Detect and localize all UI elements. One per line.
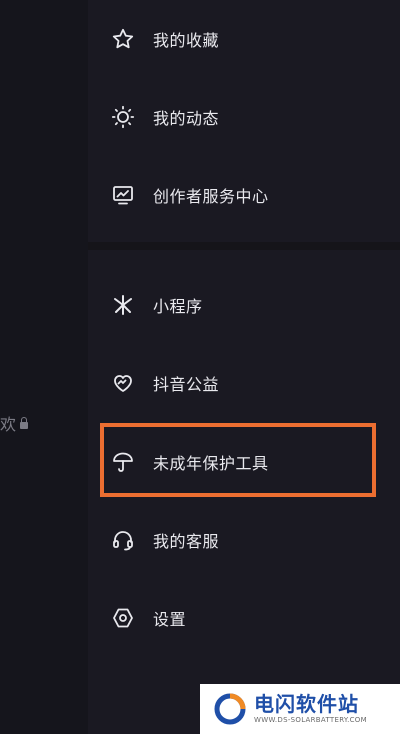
hexagon-gear-icon <box>110 605 136 631</box>
site-watermark: 电闪软件站 WWW.DS-SOLARBATTERY.COM <box>200 684 400 734</box>
menu-item-label: 设置 <box>153 610 187 629</box>
profile-hint: 欢 <box>0 412 29 434</box>
screen: 欢 我的收藏 我的动态 创作者服务中心 小程序 抖音公益 未成年保护工具 我的客… <box>0 0 400 734</box>
section-divider <box>88 242 400 250</box>
sun-icon <box>110 104 136 130</box>
chart-monitor-icon <box>110 182 136 208</box>
menu-item-favorites[interactable]: 我的收藏 <box>88 15 400 63</box>
menu-item-label: 小程序 <box>153 297 203 316</box>
headset-icon <box>110 527 136 553</box>
side-drawer-menu: 我的收藏 我的动态 创作者服务中心 小程序 抖音公益 未成年保护工具 我的客服 … <box>88 0 400 734</box>
lock-icon <box>20 416 29 429</box>
menu-item-label: 未成年保护工具 <box>153 454 269 473</box>
menu-item-label: 抖音公益 <box>153 375 220 394</box>
star-icon <box>110 26 136 52</box>
menu-item-mini-programs[interactable]: 小程序 <box>88 281 400 329</box>
menu-item-customer-service[interactable]: 我的客服 <box>88 516 400 564</box>
menu-item-minor-protection[interactable]: 未成年保护工具 <box>88 438 400 486</box>
heart-hands-icon <box>110 370 136 396</box>
menu-item-activity[interactable]: 我的动态 <box>88 93 400 141</box>
menu-item-label: 我的收藏 <box>153 31 220 50</box>
menu-item-label: 我的动态 <box>153 109 220 128</box>
menu-item-charity[interactable]: 抖音公益 <box>88 359 400 407</box>
site-logo-icon <box>214 693 246 725</box>
profile-page-edge: 欢 <box>0 0 88 734</box>
menu-item-label: 我的客服 <box>153 532 220 551</box>
asterisk-icon <box>110 292 136 318</box>
menu-item-creator-center[interactable]: 创作者服务中心 <box>88 171 400 219</box>
profile-hint-text: 欢 <box>0 415 17 434</box>
watermark-url: WWW.DS-SOLARBATTERY.COM <box>254 716 367 724</box>
watermark-title: 电闪软件站 <box>254 692 359 716</box>
menu-item-settings[interactable]: 设置 <box>88 594 400 642</box>
umbrella-icon <box>110 449 136 475</box>
menu-item-label: 创作者服务中心 <box>153 187 269 206</box>
